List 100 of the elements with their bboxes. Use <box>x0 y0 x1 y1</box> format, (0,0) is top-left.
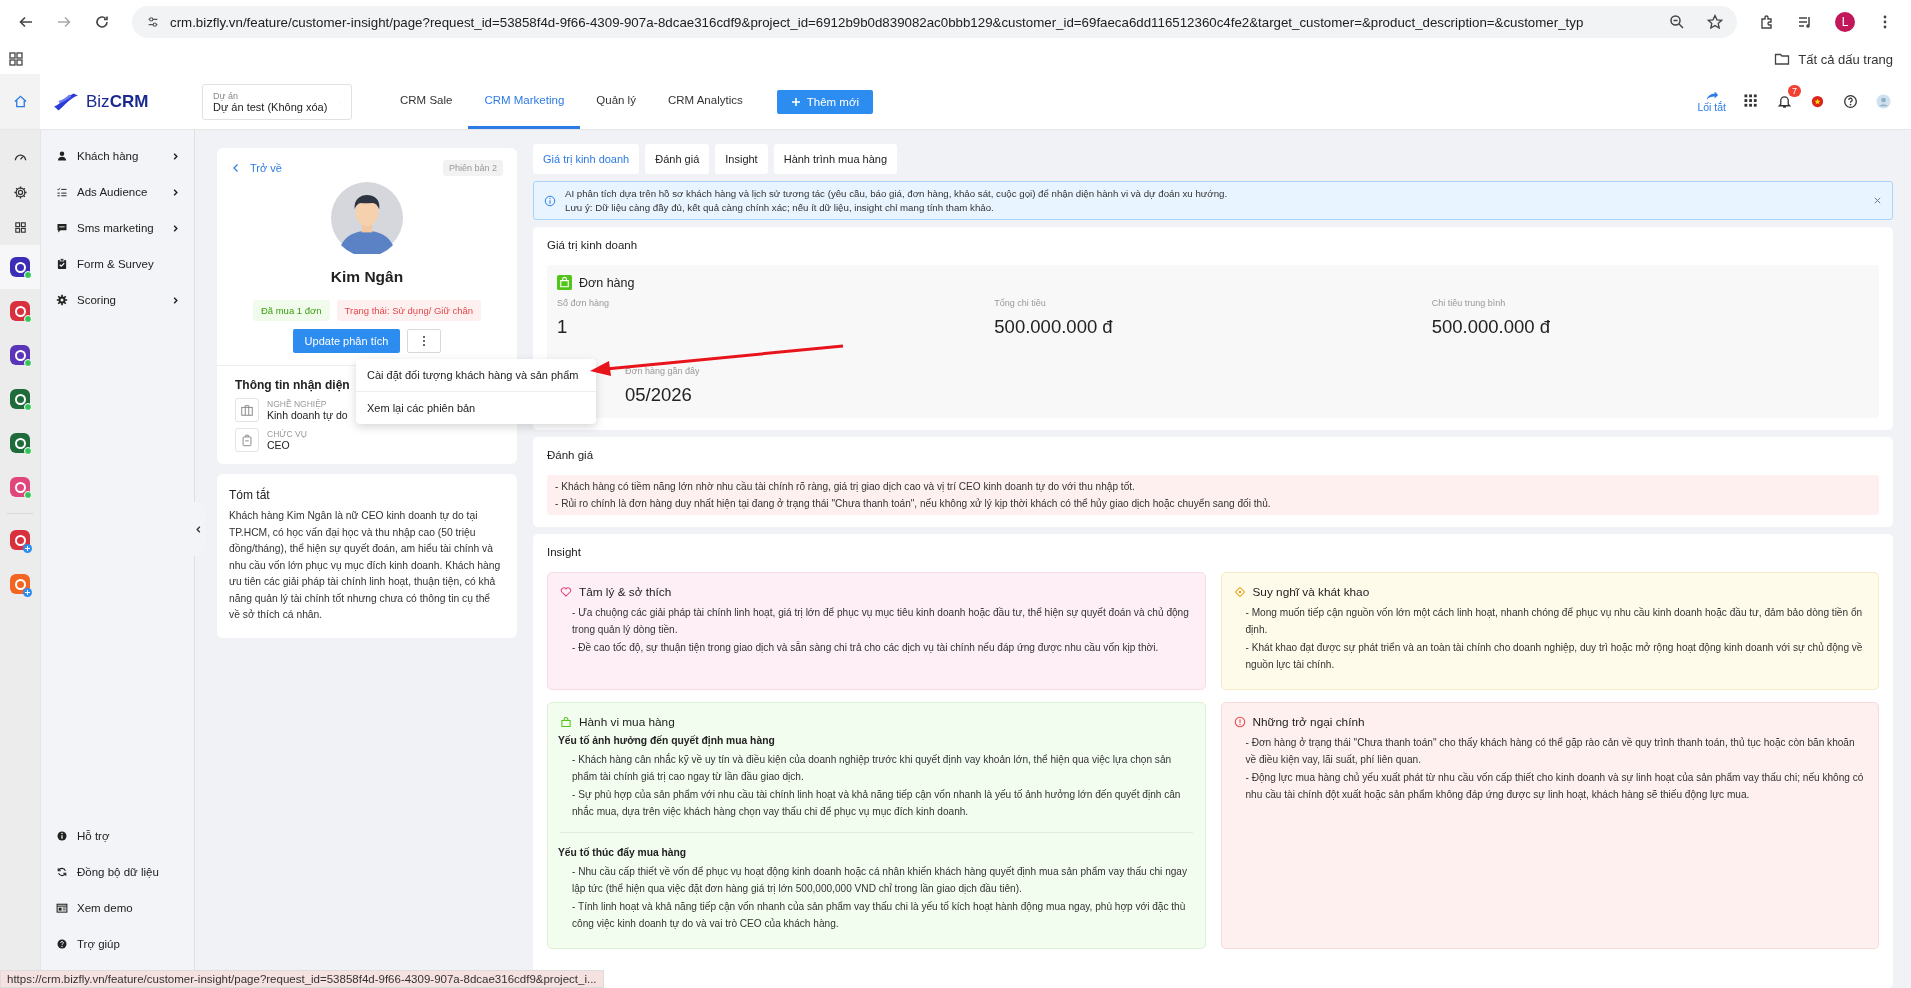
insight-text: - Mong muốn tiếp cận nguồn vốn lớn một cách linh hoạt, nhanh chóng để phục vụ nhu cầu kinh doanh hoặc đầu tư, đảm bảo dòng tiền ổn định. <box>1244 606 1864 637</box>
close-icon[interactable] <box>1873 196 1882 205</box>
bell-icon[interactable] <box>1777 94 1792 109</box>
status-dot <box>24 447 32 455</box>
section-title: Tóm tắt <box>229 488 271 502</box>
site-settings-icon[interactable] <box>146 15 160 29</box>
panel-title: Suy nghĩ và khát khao <box>1252 585 1370 599</box>
profile-avatar[interactable]: L <box>1835 12 1855 32</box>
stat-label: Số đơn hàng <box>557 298 610 308</box>
share-icon <box>1704 90 1719 101</box>
status-dot <box>24 491 32 499</box>
status-tag: Đã mua 1 đơn <box>252 300 330 321</box>
notice-text: Lưu ý: Dữ liệu càng đầy đủ, kết quả càng chính xác; nếu ít dữ liệu, insight chỉ mang tính tham khảo. <box>565 202 995 213</box>
status-dot <box>24 359 32 367</box>
logo-icon <box>52 90 80 113</box>
address-bar[interactable]: crm.bizfly.vn/feature/customer-insight/page?request_id=53858f4d-9f66-4309-907a-8dcae316cdf9&project_id=6912b9b0d839082ac0bbb129&customer_id=69faeca6dd116512360c4fe2&target_customer=&product_description=&customer_typ <box>132 6 1737 38</box>
nav-tab[interactable]: CRM Sale <box>384 74 469 129</box>
notification-badge: 7 <box>1788 85 1801 97</box>
back-icon[interactable] <box>18 14 34 30</box>
gear-icon <box>56 294 68 306</box>
diamond-icon <box>1233 586 1246 598</box>
shopping-bag-icon <box>557 275 572 290</box>
summary-text: Khách hàng Kim Ngân là nữ CEO kinh doanh tự do tại TP.HCM, có học vấn đại học và thu nhập cao (50 triệu đồng/tháng), thể hiện sự quyết đoán, am hiểu tài chính và nhu cầu vốn lớn phục vụ mục đích kinh doanh. Khách hàng ưu tiên các giải pháp tài chính linh hoạt, thuận tiện, có khả năng quản lý tài chính tốt nhưng chưa có thông tin cụ thể về sở thích cá nhân. <box>229 509 502 622</box>
sync-icon <box>56 866 68 878</box>
star-icon[interactable] <box>1707 14 1723 30</box>
person-icon <box>56 150 68 162</box>
apps-icon[interactable] <box>8 51 24 67</box>
sidebar-item[interactable]: Sms marketing <box>46 210 194 246</box>
media-icon[interactable] <box>1797 14 1813 30</box>
settings-icon[interactable] <box>12 185 28 200</box>
chevron-icon <box>171 187 180 197</box>
plus-icon <box>790 96 801 107</box>
subsection-title: Yếu tố ảnh hưởng đến quyết định mua hàng <box>558 735 776 746</box>
sidebar-link[interactable]: Hỗ trợ <box>46 818 194 854</box>
extensions-icon[interactable] <box>1759 14 1775 30</box>
nav-tab[interactable]: Quản lý <box>580 74 652 129</box>
field-value: CEO <box>267 439 291 451</box>
help-icon[interactable] <box>1843 94 1858 109</box>
insight-text: - Sự phù hợp của sản phẩm với nhu cầu tài chính linh hoạt và khả năng tiếp cận vốn nhanh là yếu tố ảnh hưởng lớn đến quyết định cân nhắc mua, dựa trên việc khách hàng chọn vay thấu chi để phục vụ mục đích kinh doanh. <box>571 788 1182 819</box>
more-icon <box>422 335 427 347</box>
insight-text: - Nhu cầu cấp thiết về vốn để phục vụ hoạt động kinh doanh hoặc cá nhân khiến khách hàng quyết định mua sản phẩm vay thấu chi ngay lập tức (thể hiện qua việc đặt đơn hàng giá trị lớn 500,000,000 VND chỉ trong lần giao dịch đầu tiên). <box>571 865 1189 896</box>
panel-title: Hành vi mua hàng <box>579 715 675 729</box>
modules-icon[interactable] <box>12 220 28 235</box>
stat-label: Chi tiêu trung bình <box>1431 298 1507 308</box>
stat-label: Tổng chi tiêu <box>994 298 1047 308</box>
sidebar-link[interactable]: Đồng bộ dữ liệu <box>46 854 194 890</box>
stat-value: 500.000.000 đ <box>994 316 1114 338</box>
field-value: Kinh doanh tự do <box>267 409 348 421</box>
badge-icon <box>240 433 254 447</box>
sidebar-link[interactable]: Trợ giúp <box>46 926 194 962</box>
version-badge: Phiên bản 2 <box>442 160 503 176</box>
plus-badge-icon <box>23 544 32 553</box>
field-label: CHỨC VỤ <box>267 429 307 439</box>
grid-icon[interactable] <box>1744 94 1759 109</box>
sidebar-item[interactable]: Scoring <box>46 282 194 318</box>
sidebar-item[interactable]: Ads Audience <box>46 174 194 210</box>
help-icon <box>56 938 68 950</box>
flag-icon[interactable] <box>1810 94 1825 109</box>
home-icon[interactable] <box>12 94 28 109</box>
content-tab[interactable]: Hành trình mua hàng <box>773 144 898 174</box>
subsection-title: Yếu tố thúc đẩy mua hàng <box>558 847 688 858</box>
sidebar-link[interactable]: Xem demo <box>46 890 194 926</box>
sidebar-item[interactable]: Khách hàng <box>46 138 194 174</box>
chevron-icon <box>171 295 180 305</box>
back-link[interactable]: Trở về <box>231 162 282 174</box>
sidebar-item[interactable]: Form & Survey <box>46 246 194 282</box>
bookmarks-folder[interactable]: Tất cả dấu trang <box>1774 51 1893 67</box>
plus-badge-icon <box>23 588 32 597</box>
panel-title: Tâm lý & sở thích <box>579 585 672 599</box>
app-logo[interactable]: BizCRM <box>86 91 149 112</box>
shopping-bag-icon <box>560 716 572 728</box>
alert-icon <box>1233 716 1246 728</box>
status-tag: Trạng thái: Sử dụng/ Giữ chân <box>336 300 482 321</box>
notice-text: AI phân tích dựa trên hồ sơ khách hàng và lịch sử tương tác (yêu cầu, báo giá, đơn hàng, khảo sát, cuộc gọi) để nhận diện hành vi và dự đoán xu hướng. <box>565 188 1229 199</box>
insight-text: - Đề cao tốc độ, sự thuận tiện trong giao dịch và sẵn sàng chi trả cho các dịch vụ tài chính nếu đáp ứng được nhu cầu vốn kịp thời. <box>571 640 1160 655</box>
shortcuts-menu[interactable]: Lối tắt <box>1697 90 1726 113</box>
content-tab[interactable]: Giá trị kinh doanh <box>533 144 640 174</box>
briefcase-icon <box>240 403 254 417</box>
card-title: Giá trị kinh doanh <box>547 239 639 251</box>
insight-text: - Ưa chuộng các giải pháp tài chính linh hoạt, giá trị lớn để phục vụ mục tiêu kinh doanh hoặc đầu tư, thể hiện sự quyết đoán và chủ động trong quản lý dòng tiền. <box>571 606 1190 637</box>
panel-title: Đơn hàng <box>579 275 635 290</box>
content-tab[interactable]: Insight <box>715 144 768 174</box>
app-switcher-item[interactable] <box>0 245 40 289</box>
reload-icon[interactable] <box>94 14 110 30</box>
project-select[interactable]: Dự án Dự án test (Không xóa) <box>202 83 352 120</box>
folder-icon <box>1774 51 1791 67</box>
stat-value: 500.000.000 đ <box>1431 316 1551 338</box>
nav-tab[interactable]: CRM Analytics <box>651 74 759 129</box>
avatar <box>331 182 403 254</box>
field-label: NGHỀ NGHIỆP <box>267 399 328 409</box>
menu-item[interactable]: Cài đặt đối tượng khách hàng và sản phẩm <box>356 359 596 391</box>
insight-text: - Khát khao đạt được sự phát triển và an toàn tài chính cho doanh nghiệp, duy trì hoặc mở rộng hoạt động kinh doanh với sự chủ động về nguồn lực tài chính. <box>1244 641 1864 672</box>
zoom-icon[interactable] <box>1669 14 1685 30</box>
content-tab[interactable]: Đánh giá <box>645 144 710 174</box>
nav-tab[interactable]: CRM Marketing <box>468 74 581 129</box>
assessment-text: - Rủi ro chính là đơn hàng duy nhất hiện tại đang ở trạng thái "Chưa thanh toán", nếu không xử lý kịp thời khách có thể hủy giao dịch hoặc chuyển sang đối thủ. <box>555 498 1272 509</box>
chevron-icon <box>171 151 180 161</box>
customer-name: Kim Ngân <box>329 268 405 286</box>
info-icon <box>56 830 68 842</box>
chevron-icon <box>231 163 241 173</box>
